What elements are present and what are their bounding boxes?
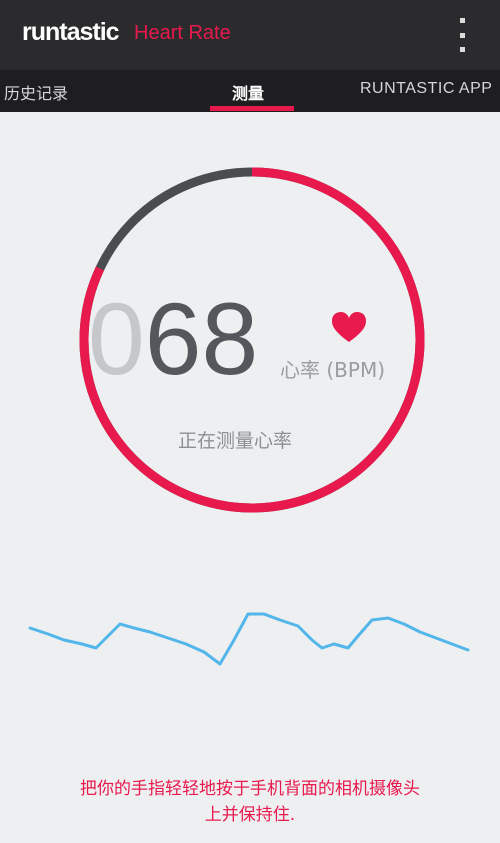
heart-rate-value: 068 (88, 288, 258, 390)
heart-icon (332, 312, 366, 342)
instruction-line-2: 上并保持住. (204, 805, 296, 825)
heart-rate-leading-digit: 0 (88, 282, 145, 396)
heart-rate-digits: 68 (144, 282, 259, 396)
tab-indicator (210, 106, 294, 111)
measuring-status: 正在测量心率 (178, 430, 293, 452)
pulse-waveform-line (28, 612, 470, 666)
app-bar: runtastic Heart Rate (0, 0, 500, 70)
tab-runtastic-app[interactable]: RUNTASTIC APP (360, 80, 492, 98)
instruction-text: 把你的手指轻轻地按于手机背面的相机摄像头 上并保持住. (0, 776, 500, 828)
instruction-line-1: 把你的手指轻轻地按于手机背面的相机摄像头 (80, 779, 420, 799)
bpm-unit-label: 心率 (BPM) (280, 358, 385, 382)
tab-history[interactable]: 历史记录 (4, 80, 68, 104)
app-title: Heart Rate (134, 22, 231, 44)
tab-measure[interactable]: 测量 (232, 80, 264, 104)
pulse-waveform (28, 612, 470, 666)
overflow-menu-icon[interactable] (452, 18, 472, 52)
brand-logo: runtastic (22, 18, 120, 46)
